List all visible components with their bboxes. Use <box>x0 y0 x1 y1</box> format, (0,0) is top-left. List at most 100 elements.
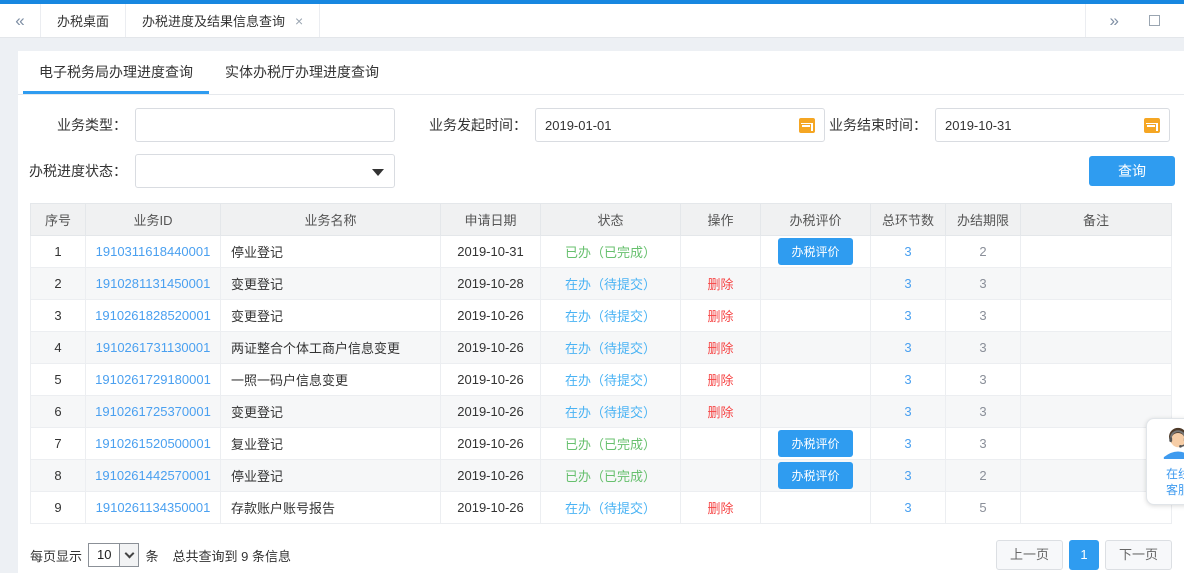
cell-evaluate: 办税评价 <box>761 460 871 492</box>
business-type-label: 业务类型： <box>18 115 135 135</box>
start-time-input[interactable]: 2019-01-01 <box>535 108 825 142</box>
filter-row-2: 办税进度状态： 查询 <box>18 153 1184 189</box>
cell-evaluate <box>761 300 871 332</box>
total-steps-link[interactable]: 3 <box>904 244 911 259</box>
progress-status-label: 办税进度状态： <box>18 161 135 181</box>
business-type-input[interactable] <box>135 108 395 142</box>
cell-total-steps: 3 <box>871 364 946 396</box>
calendar-icon[interactable] <box>799 118 815 133</box>
total-steps-link[interactable]: 3 <box>904 500 911 515</box>
total-steps-link[interactable]: 3 <box>904 308 911 323</box>
subtab-hall-progress[interactable]: 实体办税厅办理进度查询 <box>209 51 395 94</box>
cell-business-name: 存款账户账号报告 <box>221 492 441 524</box>
cell-seq: 5 <box>31 364 86 396</box>
cell-status: 在办（待提交） <box>541 332 681 364</box>
business-id-link[interactable]: 1910261442570001 <box>95 468 211 483</box>
total-steps-link[interactable]: 3 <box>904 436 911 451</box>
window-tabbar: « 办税桌面 办税进度及结果信息查询 × » <box>0 0 1184 38</box>
next-page-button[interactable]: 下一页 <box>1105 540 1172 570</box>
cell-total-steps: 3 <box>871 492 946 524</box>
delete-link[interactable]: 删除 <box>707 501 733 516</box>
cell-deadline: 2 <box>946 460 1021 492</box>
end-time-input[interactable]: 2019-10-31 <box>935 108 1170 142</box>
deadline-text: 2 <box>979 468 986 483</box>
cell-business-id: 1910281131450001 <box>86 268 221 300</box>
total-steps-link[interactable]: 3 <box>904 404 911 419</box>
customer-service-avatar-icon <box>1161 425 1184 459</box>
subtab-bar: 电子税务局办理进度查询 实体办税厅办理进度查询 <box>18 51 1184 95</box>
cell-business-name: 停业登记 <box>221 460 441 492</box>
column-header: 备注 <box>1021 204 1172 236</box>
cell-evaluate: 办税评价 <box>761 428 871 460</box>
delete-link[interactable]: 删除 <box>707 309 733 324</box>
delete-link[interactable]: 删除 <box>707 373 733 388</box>
evaluate-button[interactable]: 办税评价 <box>778 462 852 489</box>
delete-link[interactable]: 删除 <box>707 277 733 292</box>
cell-seq: 8 <box>31 460 86 492</box>
total-steps-link[interactable]: 3 <box>904 468 911 483</box>
status-text: 在办（待提交） <box>565 341 656 356</box>
deadline-text: 3 <box>979 436 986 451</box>
tab-label: 办税桌面 <box>57 11 109 30</box>
cell-remark <box>1021 236 1172 268</box>
cell-status: 在办（待提交） <box>541 364 681 396</box>
per-page-select[interactable]: 10 <box>88 543 139 567</box>
cell-business-id: 1910261134350001 <box>86 492 221 524</box>
total-steps-link[interactable]: 3 <box>904 276 911 291</box>
table-row: 8 1910261442570001 停业登记2019-10-26已办（已完成） 办税… <box>31 460 1172 492</box>
per-page-value: 10 <box>89 544 119 566</box>
cell-deadline: 3 <box>946 396 1021 428</box>
business-id-link[interactable]: 1910281131450001 <box>96 276 211 291</box>
subtab-etax-progress[interactable]: 电子税务局办理进度查询 <box>23 51 209 94</box>
online-service-widget[interactable]: 在线 客服 <box>1146 418 1184 505</box>
tab-progress-query[interactable]: 办税进度及结果信息查询 × <box>125 4 320 37</box>
cell-evaluate <box>761 332 871 364</box>
maximize-icon[interactable] <box>1149 15 1160 26</box>
app-window: « 办税桌面 办税进度及结果信息查询 × » 电子税务局办理进度查询 实体办税厅… <box>0 0 1184 573</box>
cell-evaluate <box>761 396 871 428</box>
start-time-label: 业务发起时间： <box>395 115 535 135</box>
cell-business-id: 1910261725370001 <box>86 396 221 428</box>
cell-business-name: 变更登记 <box>221 396 441 428</box>
business-id-link[interactable]: 1910311618440001 <box>96 244 211 259</box>
delete-link[interactable]: 删除 <box>707 405 733 420</box>
cell-action: 删除 <box>681 396 761 428</box>
current-page-button[interactable]: 1 <box>1069 540 1099 570</box>
cell-status: 已办（已完成） <box>541 460 681 492</box>
cell-business-id: 1910261828520001 <box>86 300 221 332</box>
cell-seq: 3 <box>31 300 86 332</box>
cell-apply-date: 2019-10-26 <box>441 460 541 492</box>
tab-tax-desktop[interactable]: 办税桌面 <box>40 4 125 37</box>
delete-link[interactable]: 删除 <box>707 341 733 356</box>
evaluate-button[interactable]: 办税评价 <box>778 430 852 457</box>
cell-evaluate <box>761 364 871 396</box>
cell-seq: 9 <box>31 492 86 524</box>
business-id-link[interactable]: 1910261731130001 <box>96 340 211 355</box>
evaluate-button[interactable]: 办税评价 <box>778 238 852 265</box>
tabbar-right-controls: » <box>1085 4 1184 37</box>
total-steps-link[interactable]: 3 <box>904 340 911 355</box>
start-time-value: 2019-01-01 <box>545 118 799 133</box>
business-id-link[interactable]: 1910261828520001 <box>95 308 211 323</box>
business-id-link[interactable]: 1910261729180001 <box>95 372 211 387</box>
prev-page-button[interactable]: 上一页 <box>996 540 1063 570</box>
business-id-link[interactable]: 1910261725370001 <box>95 404 211 419</box>
cell-business-name: 变更登记 <box>221 268 441 300</box>
cell-status: 在办（待提交） <box>541 268 681 300</box>
calendar-icon[interactable] <box>1144 118 1160 133</box>
progress-status-select[interactable] <box>135 154 395 188</box>
table-row: 21910281131450001变更登记2019-10-28在办（待提交）删除… <box>31 268 1172 300</box>
column-header: 业务名称 <box>221 204 441 236</box>
close-tab-icon[interactable]: × <box>295 14 303 28</box>
query-button[interactable]: 查询 <box>1089 156 1175 186</box>
total-steps-link[interactable]: 3 <box>904 372 911 387</box>
cell-status: 在办（待提交） <box>541 300 681 332</box>
business-id-link[interactable]: 1910261134350001 <box>96 500 211 515</box>
business-id-link[interactable]: 1910261520500001 <box>95 436 211 451</box>
cell-business-name: 停业登记 <box>221 236 441 268</box>
deadline-text: 2 <box>979 244 986 259</box>
table-row: 91910261134350001存款账户账号报告2019-10-26在办（待提… <box>31 492 1172 524</box>
collapse-tabs-icon[interactable]: « <box>0 4 40 37</box>
overflow-tabs-icon[interactable]: » <box>1110 11 1119 31</box>
status-text: 在办（待提交） <box>565 405 656 420</box>
